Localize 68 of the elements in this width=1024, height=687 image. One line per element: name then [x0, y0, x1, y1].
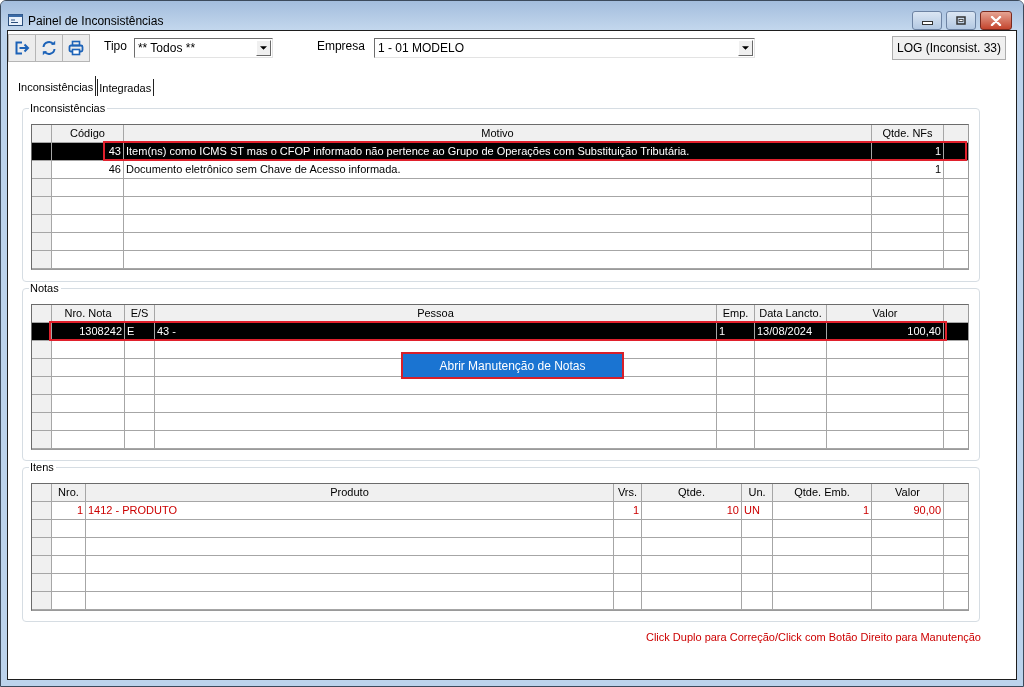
- caret-icon: [259, 46, 267, 50]
- table-cell: 10: [642, 502, 742, 519]
- exit-button[interactable]: [8, 34, 36, 62]
- tab[interactable]: Integradas: [97, 79, 155, 96]
- column-header[interactable]: Data Lancto.: [755, 305, 827, 322]
- caret-icon: [741, 46, 749, 50]
- print-button[interactable]: [62, 34, 90, 62]
- column-header[interactable]: Nro. Nota: [52, 305, 125, 322]
- column-header[interactable]: Emp.: [717, 305, 755, 322]
- context-menu-item[interactable]: Abrir Manutenção de Notas: [401, 352, 624, 379]
- window-icon: [8, 14, 23, 26]
- table-cell: 43: [52, 143, 124, 160]
- minimize-button[interactable]: [912, 11, 942, 30]
- log-button[interactable]: LOG (Inconsist. 33): [892, 36, 1006, 60]
- table-cell: 1: [614, 502, 642, 519]
- table-row[interactable]: 1 1412 - PRODUTO 1 10 UN 1 90,00: [32, 502, 968, 520]
- close-icon: [990, 15, 1002, 26]
- table-row[interactable]: 1308242 E 43 - 1 13/08/2024 100,40: [32, 323, 968, 341]
- column-header[interactable]: Qtde.: [642, 484, 742, 501]
- table-cell: UN: [742, 502, 773, 519]
- column-header[interactable]: Motivo: [124, 125, 872, 142]
- refresh-icon: [41, 40, 57, 56]
- tab[interactable]: Inconsistências: [17, 76, 97, 96]
- table-cell: 1: [872, 161, 944, 178]
- field-label: Tipo: [104, 39, 127, 53]
- table-row[interactable]: 43 Item(ns) como ICMS ST mas o CFOP informado não pertence ao Grupo de Operações com Substituição Tributária. 1: [32, 143, 968, 161]
- maximize-button[interactable]: [946, 11, 976, 30]
- table-cell: Item(ns) como ICMS ST mas o CFOP informado não pertence ao Grupo de Operações com Substituição Tributária.: [124, 143, 872, 160]
- column-header[interactable]: Código: [52, 125, 124, 142]
- column-header[interactable]: Pessoa: [155, 305, 717, 322]
- table-cell: 1412 - PRODUTO: [86, 502, 614, 519]
- table-cell: 1: [872, 143, 944, 160]
- column-header[interactable]: Valor: [827, 305, 944, 322]
- table-cell: 1: [52, 502, 86, 519]
- exit-icon: [14, 40, 30, 56]
- close-button[interactable]: [980, 11, 1012, 30]
- table-cell: 1: [773, 502, 872, 519]
- table-cell: 43 -: [155, 323, 717, 340]
- printer-icon: [68, 40, 84, 56]
- group-title: Inconsistências: [29, 102, 108, 115]
- column-header[interactable]: Qtde. Emb.: [773, 484, 872, 501]
- dropdown[interactable]: ** Todos **: [133, 38, 273, 58]
- maximize-icon: [956, 16, 966, 25]
- table-cell: Documento eletrônico sem Chave de Acesso informada.: [124, 161, 872, 178]
- table-cell: 100,40: [827, 323, 944, 340]
- window-title: Painel de Inconsistências: [28, 13, 164, 28]
- field-label: Empresa: [316, 39, 365, 53]
- column-header[interactable]: Valor: [872, 484, 944, 501]
- column-header[interactable]: Qtde. NFs: [872, 125, 944, 142]
- column-header[interactable]: Un.: [742, 484, 773, 501]
- minimize-icon: [921, 21, 933, 25]
- table-cell: 90,00: [872, 502, 944, 519]
- table-cell: E: [125, 323, 155, 340]
- row-header: [32, 161, 52, 178]
- column-header[interactable]: Produto: [86, 484, 614, 501]
- column-header[interactable]: Vrs.: [614, 484, 642, 501]
- column-header[interactable]: Nro.: [52, 484, 86, 501]
- column-header[interactable]: E/S: [125, 305, 155, 322]
- hint-text: Click Duplo para Correção/Click com Botão Direito para Manutenção: [645, 631, 981, 643]
- group-title: Notas: [29, 282, 61, 295]
- refresh-button[interactable]: [35, 34, 63, 62]
- table-cell: 46: [52, 161, 124, 178]
- table-cell: 1: [717, 323, 755, 340]
- table-cell: 1308242: [52, 323, 125, 340]
- table-cell: 13/08/2024: [755, 323, 827, 340]
- group-title: Itens: [29, 461, 56, 474]
- table-row[interactable]: 46 Documento eletrônico sem Chave de Acesso informada. 1: [32, 161, 968, 179]
- dropdown[interactable]: 1 - 01 MODELO: [373, 38, 755, 58]
